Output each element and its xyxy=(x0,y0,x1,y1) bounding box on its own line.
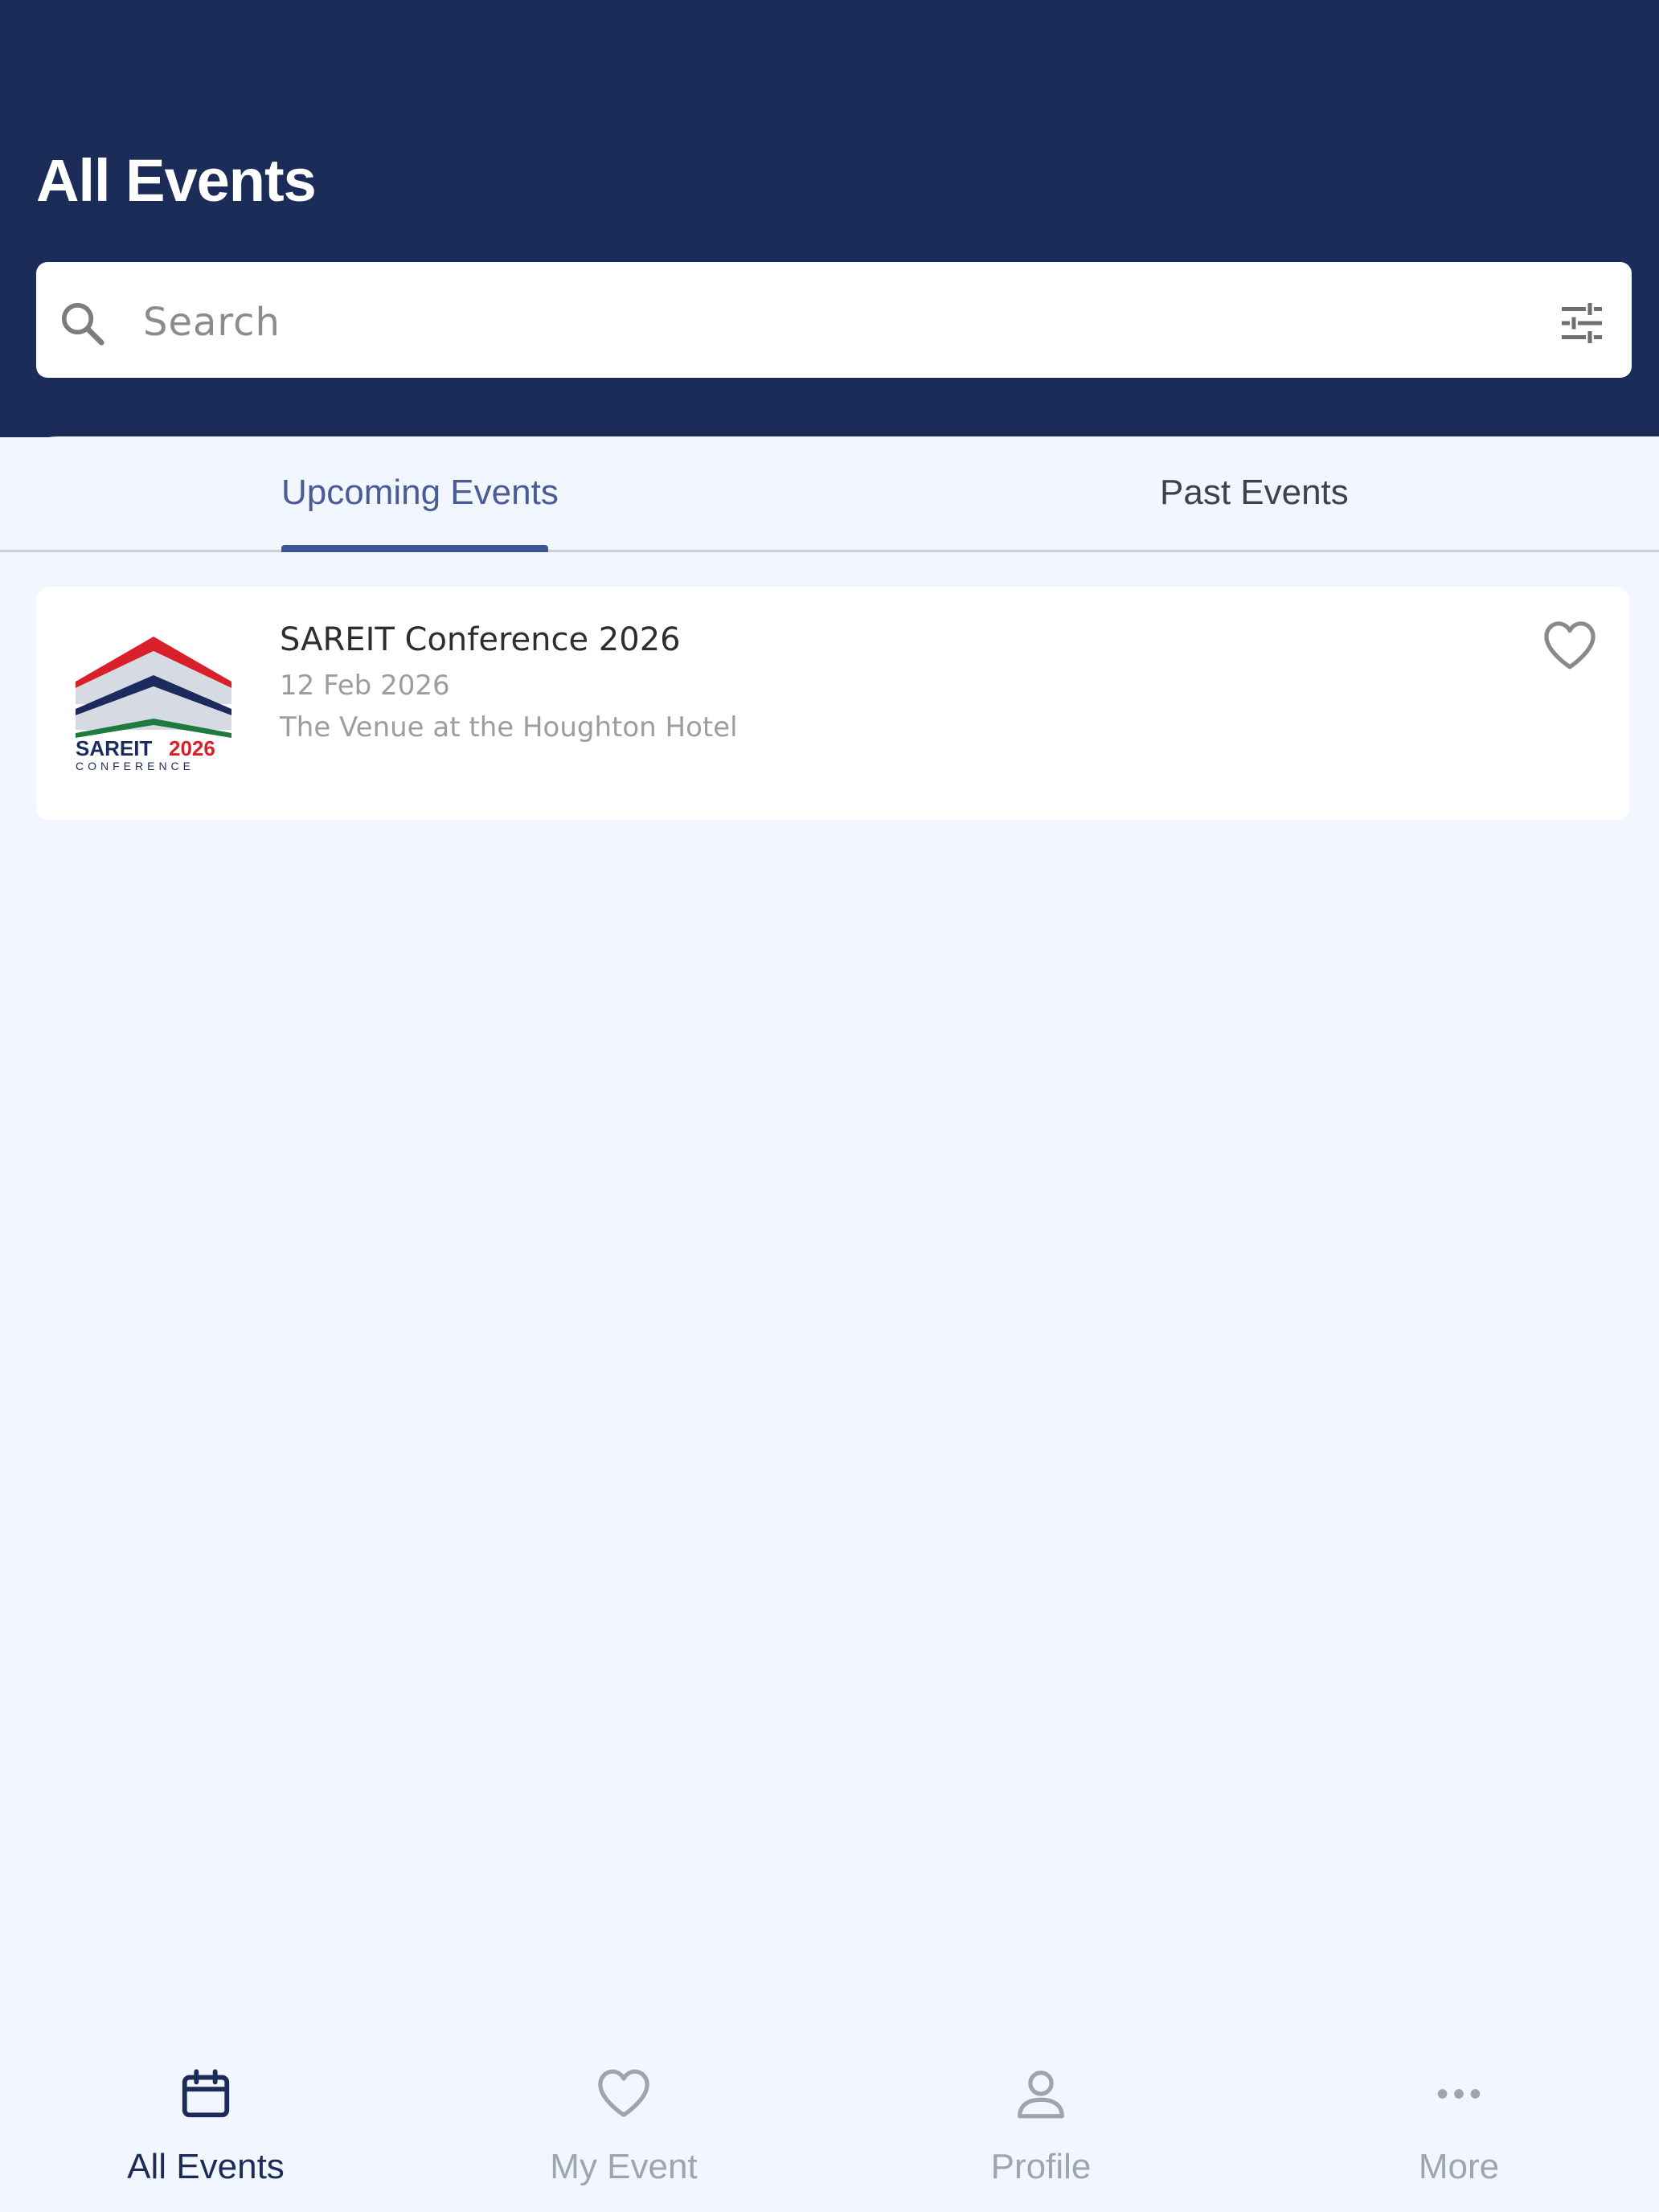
nav-label: All Events xyxy=(127,2147,285,2186)
tune-icon[interactable] xyxy=(1558,299,1606,347)
nav-all-events[interactable]: All Events xyxy=(85,2066,326,2202)
page-title: All Events xyxy=(36,147,317,214)
event-name[interactable]: SAREIT Conference 2026 xyxy=(280,617,681,662)
tab-past-events[interactable]: Past Events xyxy=(1160,469,1349,517)
svg-text:2026: 2026 xyxy=(169,736,215,760)
heart-icon xyxy=(598,2069,649,2117)
event-card[interactable] xyxy=(36,587,1629,820)
more-horizontal-icon xyxy=(1437,2089,1481,2099)
active-tab-indicator xyxy=(281,545,548,552)
search-icon xyxy=(61,302,104,346)
event-venue: The Venue at the Houghton Hotel xyxy=(280,711,738,743)
search-input[interactable] xyxy=(143,286,1509,358)
svg-text:SAREIT: SAREIT xyxy=(76,736,152,760)
nav-more[interactable]: More xyxy=(1338,2066,1579,2202)
event-date: 12 Feb 2026 xyxy=(280,670,450,702)
event-logo: SAREIT 2026 CONFERENCE xyxy=(76,637,231,772)
person-icon xyxy=(1018,2071,1064,2119)
heart-icon[interactable] xyxy=(1542,619,1598,670)
nav-label: More xyxy=(1418,2147,1500,2186)
nav-my-event[interactable]: My Event xyxy=(503,2066,744,2202)
tab-upcoming-events[interactable]: Upcoming Events xyxy=(281,469,559,517)
svg-text:CONFERENCE: CONFERENCE xyxy=(76,760,195,772)
event-tabs: Upcoming Events Past Events xyxy=(0,436,1659,552)
nav-label: My Event xyxy=(550,2147,698,2186)
nav-profile[interactable]: Profile xyxy=(920,2066,1161,2202)
nav-label: Profile xyxy=(990,2147,1092,2186)
calendar-icon xyxy=(182,2069,230,2118)
